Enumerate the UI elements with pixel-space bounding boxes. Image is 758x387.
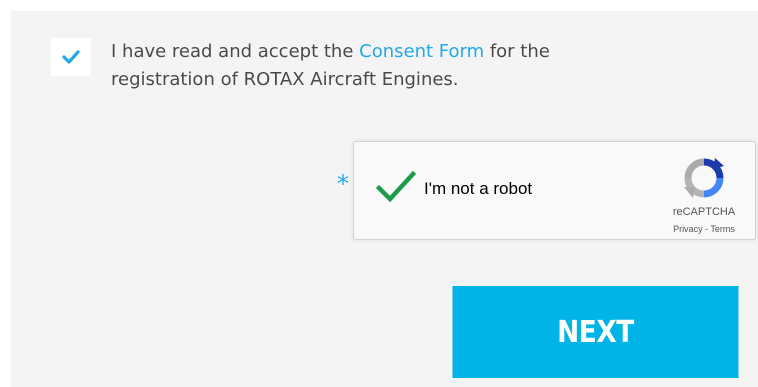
recaptcha-checkbox[interactable]	[375, 170, 417, 204]
recaptcha-label: I'm not a robot	[424, 179, 533, 198]
recaptcha-brand: reCAPTCHA	[672, 206, 736, 218]
checkmark-icon	[62, 50, 80, 64]
consent-checkbox[interactable]	[51, 38, 91, 76]
consent-text-before: I have read and accept the	[111, 41, 360, 62]
recaptcha-logo-icon	[682, 156, 726, 200]
consent-text: I have read and accept the Consent Form …	[111, 38, 581, 94]
recaptcha-links: Privacy - Terms	[654, 224, 754, 234]
terms-link[interactable]: Terms	[710, 224, 735, 234]
consent-form-link[interactable]: Consent Form	[359, 41, 484, 62]
next-button[interactable]: NEXT	[452, 286, 739, 378]
recaptcha-widget: I'm not a robot reCAPTCHA Privacy - Term…	[353, 141, 756, 240]
privacy-link[interactable]: Privacy	[673, 224, 703, 234]
required-indicator: *	[337, 170, 349, 198]
green-checkmark-icon	[375, 170, 417, 203]
